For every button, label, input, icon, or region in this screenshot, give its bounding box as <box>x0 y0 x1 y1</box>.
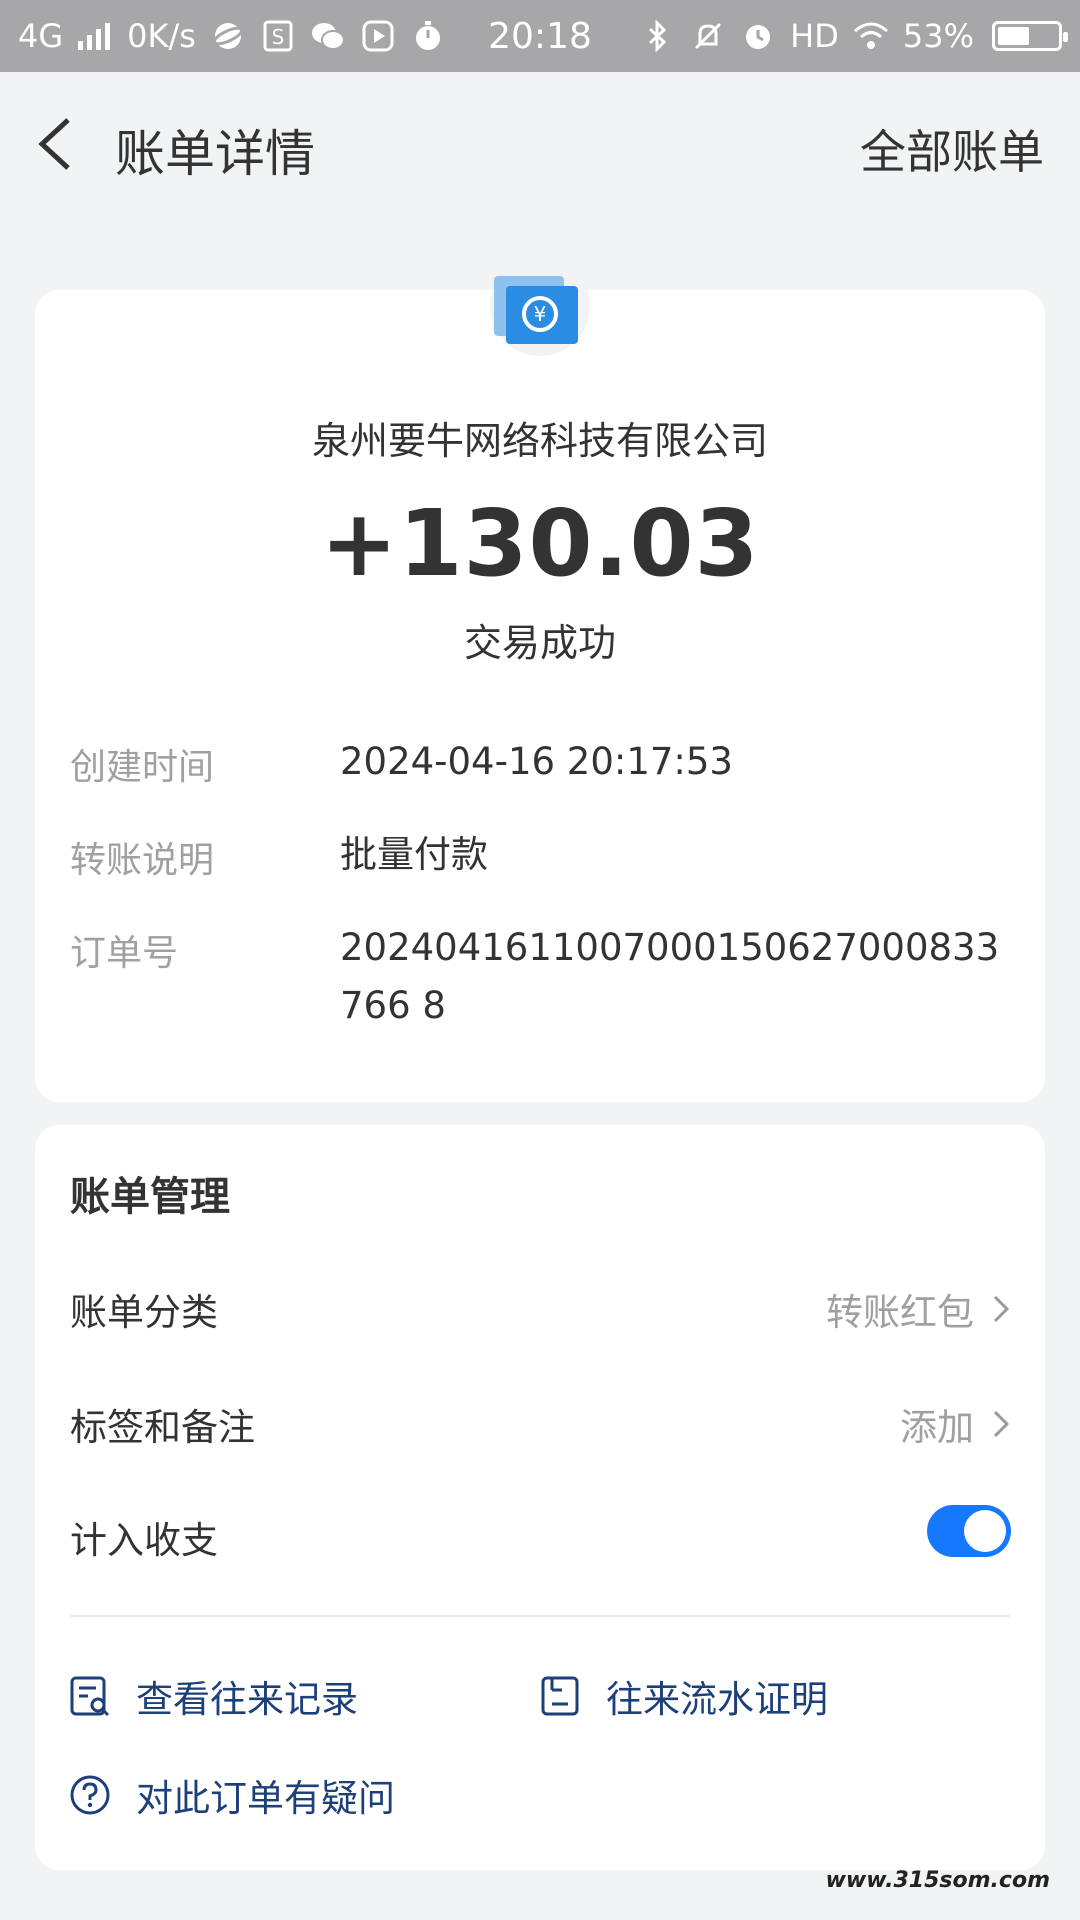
toggle-knob <box>964 1510 1006 1552</box>
detail-label-created: 创建时间 <box>70 747 215 788</box>
order-question-link[interactable]: 对此订单有疑问 <box>68 1768 395 1822</box>
document-icon <box>541 1676 579 1716</box>
network-type: 4G <box>18 17 64 55</box>
chevron-left-icon <box>38 118 70 170</box>
include-toggle[interactable] <box>927 1505 1011 1557</box>
section-title: 账单管理 <box>70 1174 230 1220</box>
all-bills-link[interactable]: 全部账单 <box>860 116 1044 182</box>
signal-icon <box>77 18 113 54</box>
mute-icon <box>690 18 726 54</box>
detail-value-created: 2024-04-16 20:17:53 <box>340 740 733 783</box>
bluetooth-icon <box>640 18 676 54</box>
divider <box>70 1615 1010 1617</box>
app-s-icon: S <box>260 18 296 54</box>
view-records-label: 查看往来记录 <box>136 1678 358 1721</box>
bill-management-card <box>35 1125 1045 1870</box>
nav-header: 账单详情 全部账单 <box>0 72 1080 217</box>
svg-text:S: S <box>272 25 285 49</box>
video-icon <box>360 18 396 54</box>
battery-icon <box>992 21 1068 51</box>
hd-indicator: HD <box>790 17 839 55</box>
chevron-right-icon <box>993 1410 1010 1438</box>
timer-icon <box>410 18 446 54</box>
battery-percent: 53% <box>902 17 974 55</box>
flow-proof-label: 往来流水证明 <box>606 1678 828 1721</box>
tags-label: 标签和备注 <box>70 1406 255 1449</box>
detail-label-note: 转账说明 <box>70 840 215 881</box>
include-label: 计入收支 <box>70 1519 218 1562</box>
wechat-icon <box>310 18 346 54</box>
tags-row-button[interactable]: 添加 <box>900 1397 1010 1451</box>
transaction-status: 交易成功 <box>463 621 616 665</box>
question-icon <box>70 1775 110 1815</box>
back-button[interactable] <box>30 112 90 176</box>
alarm-icon <box>740 18 776 54</box>
category-label: 账单分类 <box>70 1291 218 1334</box>
wifi-icon <box>853 18 889 54</box>
detail-label-order: 订单号 <box>70 933 179 974</box>
detail-value-note: 批量付款 <box>340 833 488 876</box>
detail-value-order[interactable]: 2024041611007000150627000833766 8 <box>340 919 1010 1035</box>
counterparty-name: 泉州要牛网络科技有限公司 <box>311 419 768 463</box>
page-title: 账单详情 <box>115 125 315 183</box>
records-icon <box>70 1676 110 1717</box>
flow-proof-link[interactable]: 往来流水证明 <box>538 1669 828 1723</box>
order-question-label: 对此订单有疑问 <box>136 1777 395 1820</box>
view-records-link[interactable]: 查看往来记录 <box>68 1669 358 1723</box>
status-bar: 4G 0K/s S 20:18 HD 53% <box>0 0 1080 72</box>
chevron-right-icon <box>993 1295 1010 1323</box>
transaction-amount: +130.03 <box>320 490 760 597</box>
network-speed: 0K/s <box>127 17 196 55</box>
category-row-button[interactable]: 转账红包 <box>826 1282 1010 1336</box>
category-value: 转账红包 <box>826 1291 974 1334</box>
watermark: www.315som.com <box>825 1868 1050 1893</box>
browser-icon <box>210 18 246 54</box>
tags-value: 添加 <box>900 1406 974 1449</box>
transfer-logo-icon: ¥ <box>490 256 590 356</box>
svg-text:¥: ¥ <box>534 302 547 326</box>
